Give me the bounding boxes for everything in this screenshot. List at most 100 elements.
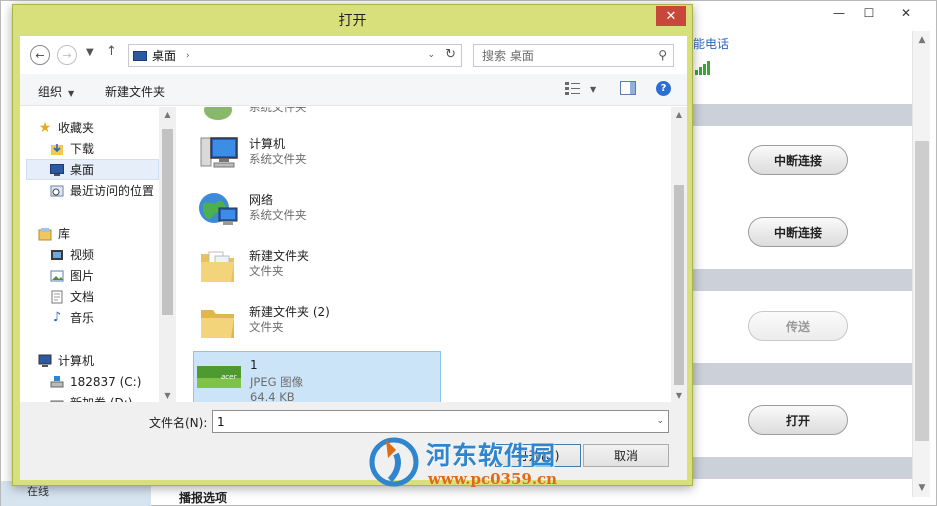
broadcast-options-label[interactable]: 播报选项	[179, 489, 227, 506]
scroll-up-arrow-icon[interactable]: ▲	[159, 107, 176, 121]
nav-item-favorites[interactable]: ★ 收藏夹	[38, 117, 176, 138]
document-icon	[50, 290, 64, 304]
nav-item-label: 182837 (C:)	[70, 374, 142, 389]
filename-dropdown-icon[interactable]: ⌄	[656, 416, 664, 426]
system-folder-icon	[197, 107, 239, 122]
nav-item-downloads[interactable]: 下载	[50, 138, 176, 159]
preview-pane-icon	[620, 81, 636, 95]
file-name: 网络	[249, 193, 274, 207]
jpeg-thumbnail-icon: acer	[197, 366, 241, 388]
file-item[interactable]: 系统文件夹	[193, 107, 441, 127]
scroll-thumb[interactable]	[674, 185, 684, 385]
scroll-up-arrow-icon[interactable]: ▲	[913, 31, 931, 49]
preview-pane-button[interactable]	[620, 81, 636, 98]
search-box[interactable]: ⚲	[473, 44, 674, 67]
nav-item-label: 下载	[70, 142, 95, 156]
nav-item-pictures[interactable]: 图片	[50, 265, 176, 286]
scroll-up-arrow-icon[interactable]: ▲	[671, 107, 687, 121]
send-button[interactable]: 传送	[748, 311, 848, 341]
computer-icon	[197, 134, 239, 174]
recent-locations-chevron-icon[interactable]: ▼	[86, 47, 94, 58]
nav-item-music[interactable]: ♪ 音乐	[50, 307, 176, 328]
view-options-button[interactable]	[565, 81, 581, 98]
file-name: 1	[250, 358, 258, 372]
search-input[interactable]	[482, 48, 652, 63]
dialog-close-button[interactable]: ✕	[656, 6, 686, 26]
nav-item-recent[interactable]: 最近访问的位置	[50, 180, 176, 201]
phone-label[interactable]: 能电话	[693, 35, 729, 52]
scroll-down-arrow-icon[interactable]: ▼	[159, 388, 176, 402]
nav-item-label: 计算机	[58, 354, 95, 368]
nav-item-documents[interactable]: 文档	[50, 286, 176, 307]
back-button[interactable]: ←	[30, 45, 50, 65]
view-chevron-down-icon[interactable]: ▼	[590, 85, 596, 94]
address-dropdown-icon[interactable]: ⌄	[427, 50, 435, 60]
system-drive-icon	[50, 375, 64, 389]
filename-label: 文件名(N):	[149, 416, 208, 430]
breadcrumb-chevron-icon[interactable]: ›	[186, 51, 190, 61]
file-item-new-folder[interactable]: 新建文件夹 文件夹	[193, 241, 441, 291]
nav-item-drive-d[interactable]: 新加卷 (D:)	[50, 392, 176, 402]
organize-label: 组织	[38, 85, 63, 99]
recent-places-icon	[50, 184, 64, 198]
file-size: 64.4 KB	[250, 390, 295, 402]
scroll-down-arrow-icon[interactable]: ▼	[913, 479, 931, 497]
watermark-logo-icon	[369, 437, 419, 487]
cancel-button[interactable]: 取消	[583, 444, 669, 467]
refresh-icon[interactable]: ↻	[445, 47, 456, 62]
filename-combobox[interactable]: ⌄	[212, 410, 669, 433]
signal-icon	[695, 59, 711, 75]
background-scrollbar[interactable]: ▲ ▼	[912, 31, 930, 497]
star-icon: ★	[38, 119, 52, 136]
open-file-dialog: 打开 ✕ ← → ▼ ↑ 桌面 › ⌄ ↻ ⚲ 组织 ▼	[12, 4, 693, 486]
nav-item-label: 文档	[70, 290, 95, 304]
chevron-down-icon: ▼	[68, 89, 75, 98]
nav-item-label: 音乐	[70, 311, 95, 325]
scroll-thumb[interactable]	[162, 129, 173, 315]
forward-button[interactable]: →	[57, 45, 77, 65]
maximize-button[interactable]: ☐	[854, 3, 884, 23]
file-item-image[interactable]: acer 1 JPEG 图像 64.4 KB	[193, 351, 441, 402]
nav-item-drive-c[interactable]: 182837 (C:)	[50, 371, 176, 392]
open-button[interactable]: 打开	[748, 405, 848, 435]
desktop-icon	[50, 163, 64, 177]
help-button[interactable]: ?	[656, 81, 671, 96]
search-icon[interactable]: ⚲	[658, 48, 667, 62]
address-location[interactable]: 桌面	[152, 47, 176, 64]
scroll-down-arrow-icon[interactable]: ▼	[671, 388, 687, 402]
navigation-pane: ★ 收藏夹 下载 桌面 最近访问的位置 库 视频 图片 文档 ♪ 音乐 计算机 …	[20, 107, 176, 402]
new-folder-button[interactable]: 新建文件夹	[105, 83, 165, 100]
watermark-text: 河东软件园	[426, 441, 557, 470]
minimize-button[interactable]: —	[824, 3, 854, 23]
file-item-network[interactable]: 网络 系统文件夹	[193, 185, 441, 235]
disconnect-button-2[interactable]: 中断连接	[748, 217, 848, 247]
folder-icon	[197, 246, 239, 286]
nav-item-desktop[interactable]: 桌面	[26, 159, 159, 180]
filename-input[interactable]	[213, 411, 633, 432]
close-button[interactable]: ✕	[884, 3, 928, 23]
nav-item-libraries[interactable]: 库	[38, 223, 176, 244]
nav-item-videos[interactable]: 视频	[50, 244, 176, 265]
desktop-icon	[133, 50, 147, 61]
navigation-pane-scrollbar[interactable]: ▲ ▼	[159, 107, 176, 402]
file-list-scrollbar[interactable]: ▲ ▼	[671, 107, 687, 402]
up-arrow-icon[interactable]: ↑	[106, 44, 117, 59]
nav-item-label: 图片	[70, 269, 95, 283]
nav-item-label: 库	[58, 227, 71, 241]
nav-item-computer[interactable]: 计算机	[38, 350, 176, 371]
file-name: 新建文件夹	[249, 249, 310, 263]
organize-menu[interactable]: 组织 ▼	[38, 83, 74, 100]
thumbnail-text: acer	[221, 373, 237, 381]
section-header-band	[691, 363, 913, 385]
file-item-new-folder-2[interactable]: 新建文件夹 (2) 文件夹	[193, 297, 441, 347]
file-name: 计算机	[249, 137, 286, 151]
address-bar[interactable]: 桌面 › ⌄ ↻	[128, 44, 462, 67]
file-item-computer[interactable]: 计算机 系统文件夹	[193, 129, 441, 179]
section-header-band	[691, 269, 913, 291]
disconnect-button[interactable]: 中断连接	[748, 145, 848, 175]
scroll-thumb[interactable]	[915, 141, 929, 441]
folder-icon	[197, 302, 239, 342]
download-folder-icon	[50, 142, 64, 156]
watermark-url: www.pc0359.cn	[428, 470, 558, 488]
nav-item-label: 新加卷 (D:)	[70, 394, 132, 402]
